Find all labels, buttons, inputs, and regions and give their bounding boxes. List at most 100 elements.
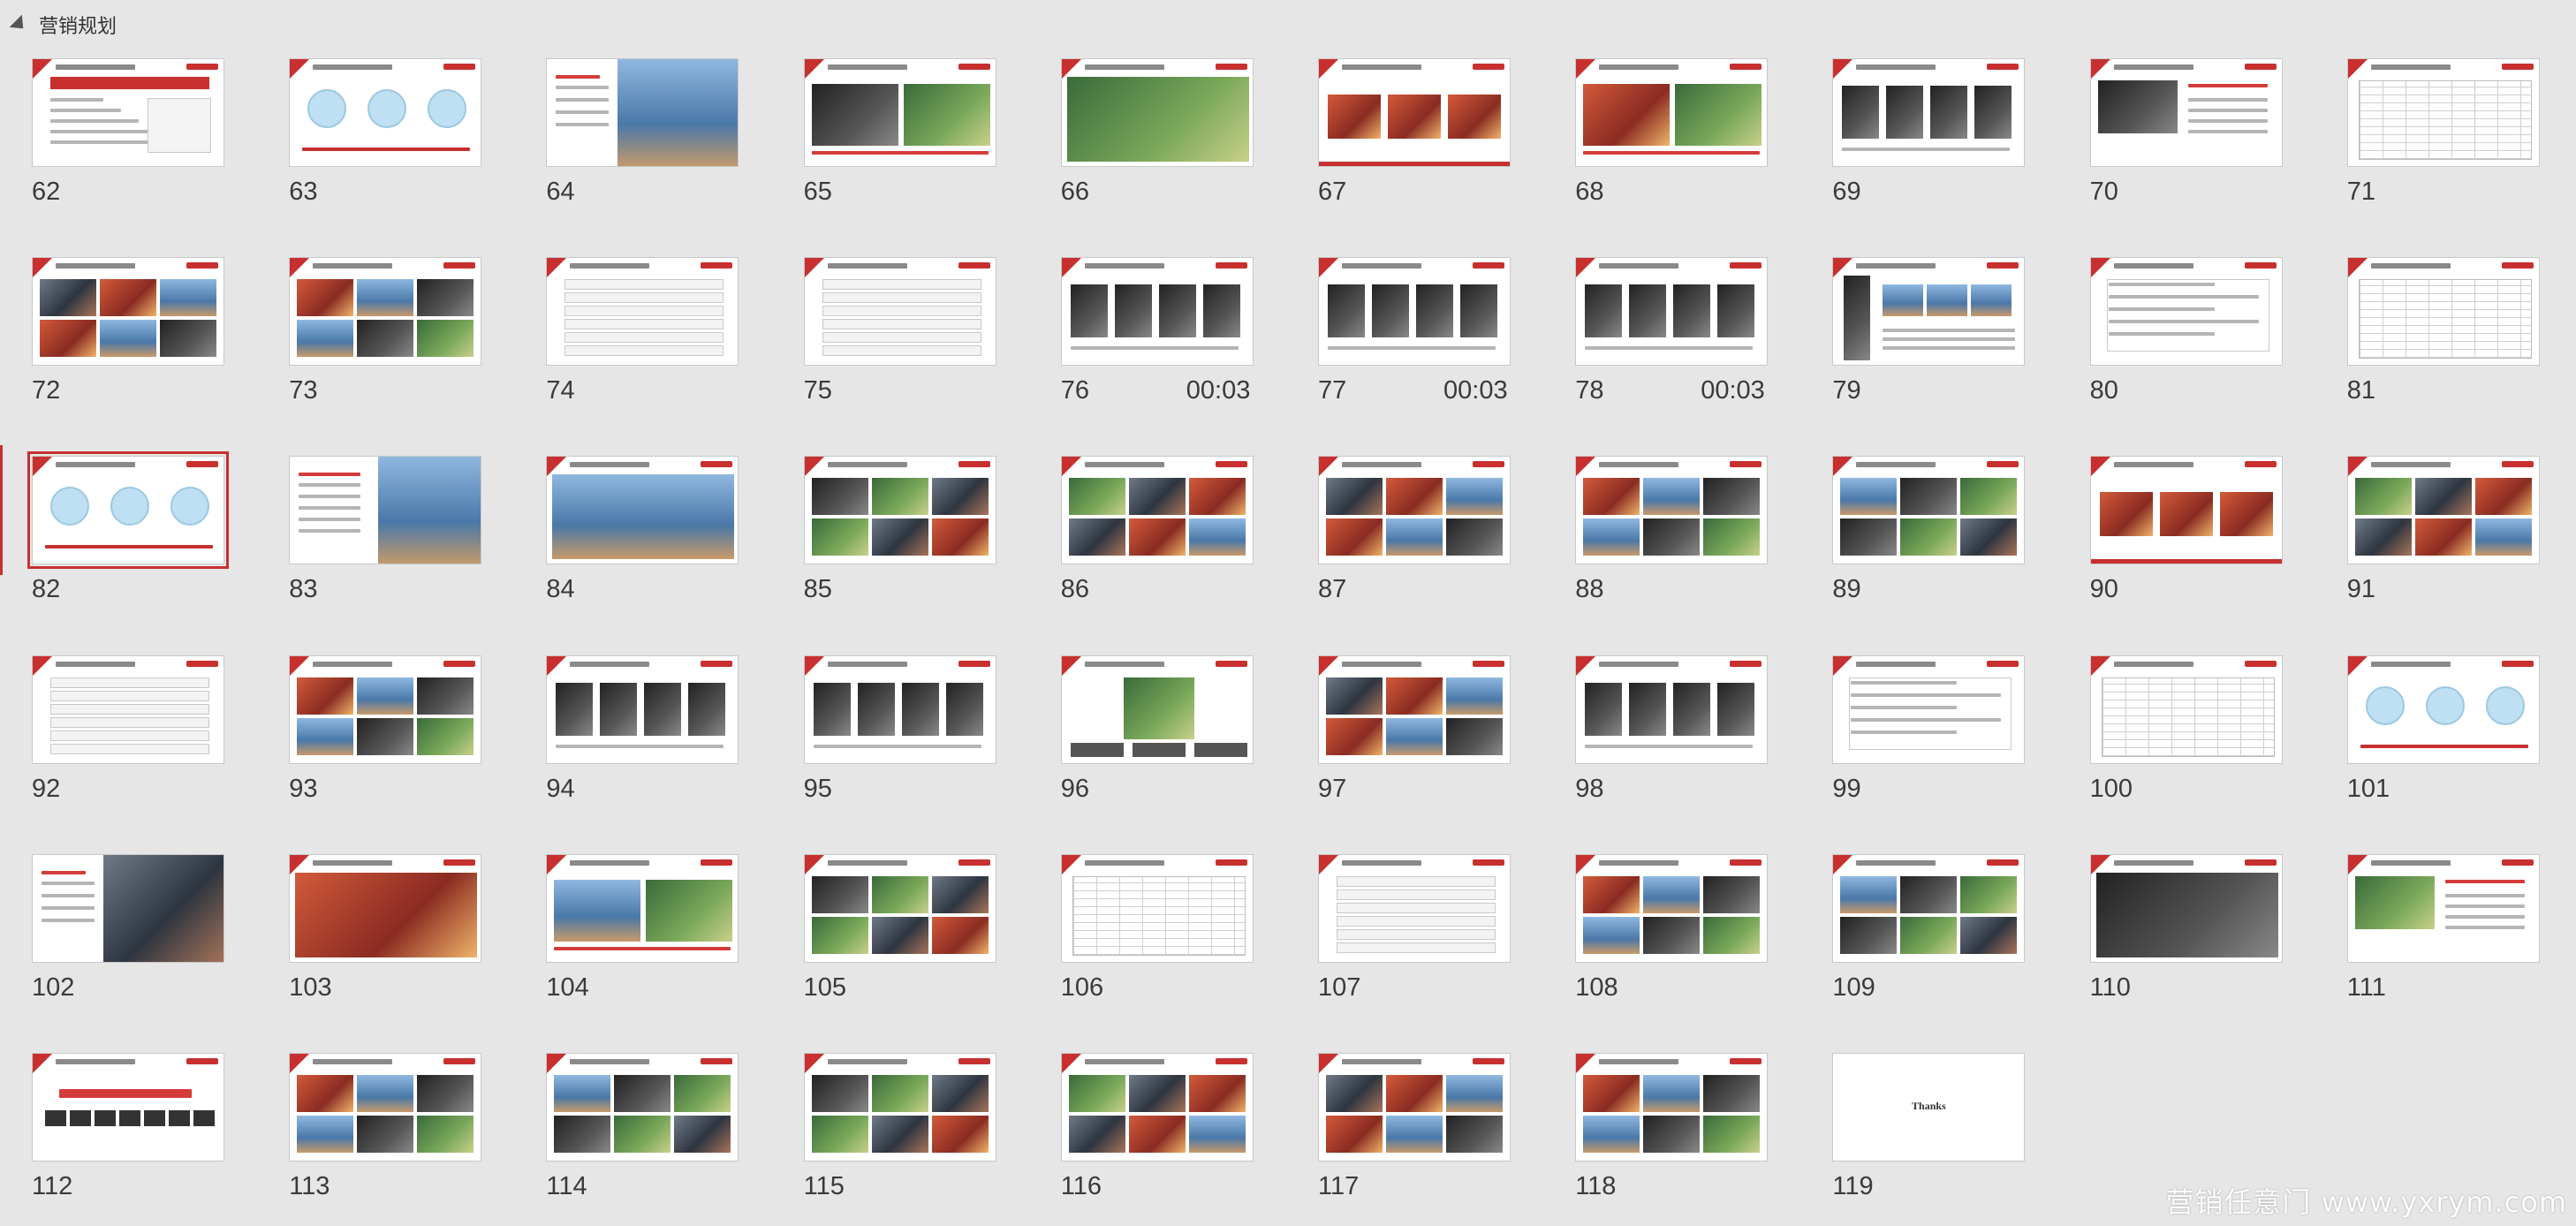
- slide-thumbnail[interactable]: [803, 456, 996, 565]
- slide-thumbnail[interactable]: Thanks: [1832, 1053, 2026, 1162]
- slide-thumbnail[interactable]: [1318, 1053, 1511, 1162]
- slide-thumbnail[interactable]: [1318, 853, 1511, 963]
- slide-thumbnail[interactable]: [1832, 456, 2026, 565]
- slide-thumbnail[interactable]: [2346, 655, 2540, 764]
- slide-thumbnail[interactable]: [2089, 655, 2283, 764]
- photo: [2474, 518, 2532, 556]
- photo: [1128, 478, 1186, 516]
- photo: [871, 478, 928, 516]
- section-header[interactable]: 营销规划: [0, 0, 2576, 49]
- slide-number: 111: [2346, 972, 2386, 1002]
- slide-thumbnail[interactable]: [2089, 853, 2283, 963]
- slide-thumbnail[interactable]: [1832, 58, 2026, 167]
- slide-thumbnail[interactable]: [2346, 58, 2540, 167]
- slide-thumbnail[interactable]: [32, 655, 224, 764]
- slide-thumbnail[interactable]: [803, 58, 996, 167]
- slide-thumbnail[interactable]: [32, 58, 224, 167]
- slide-thumbnail[interactable]: [1832, 655, 2026, 764]
- slide-thumbnail[interactable]: [1060, 58, 1254, 167]
- slide-thumbnail[interactable]: [1575, 456, 1769, 565]
- slide-thumbnail[interactable]: [289, 58, 482, 167]
- slide-number: 63: [289, 178, 318, 206]
- slide-corner-accent: [33, 457, 52, 477]
- slide-thumbnail[interactable]: [2089, 58, 2283, 167]
- brand-logo: [2244, 461, 2277, 468]
- slide-thumbnail[interactable]: [1575, 58, 1769, 167]
- slide-thumbnail[interactable]: [1060, 257, 1254, 367]
- photo: [1840, 478, 1898, 516]
- slide-thumbnail[interactable]: [2089, 257, 2283, 367]
- collapse-triangle-icon[interactable]: [9, 14, 30, 35]
- slide-thumbnail[interactable]: [1060, 456, 1254, 565]
- title-line: [556, 75, 601, 79]
- slide-thumbnail[interactable]: [1318, 58, 1511, 167]
- slide-corner-accent: [804, 1054, 824, 1073]
- slide-thumbnail[interactable]: [1060, 1053, 1254, 1162]
- brand-logo: [1730, 461, 1762, 468]
- slide-thumbnail[interactable]: [289, 655, 482, 764]
- slide-thumbnail[interactable]: [1575, 1053, 1769, 1162]
- slide-thumbnail[interactable]: [1832, 853, 2026, 963]
- slide-thumbnail[interactable]: [1575, 853, 1769, 963]
- slide-thumbnail[interactable]: [1575, 655, 1769, 764]
- slide-thumbnail[interactable]: [1318, 456, 1511, 565]
- list-box: [1337, 928, 1496, 940]
- slide-thumbnail[interactable]: [27, 451, 229, 570]
- slide-thumbnail[interactable]: [546, 1053, 739, 1162]
- list-box: [1337, 889, 1496, 900]
- slide-number: 69: [1832, 178, 1861, 206]
- slide-number: 85: [803, 575, 832, 604]
- slide-number: 67: [1318, 178, 1347, 206]
- slide-thumbnail[interactable]: [2346, 257, 2540, 367]
- arrow-bar: [302, 148, 471, 151]
- slide-thumbnail[interactable]: [289, 853, 482, 963]
- slide-thumbnail[interactable]: [546, 58, 739, 167]
- slide-number: 97: [1318, 774, 1347, 803]
- slide-thumbnail[interactable]: [289, 456, 482, 565]
- photo: [2097, 80, 2178, 133]
- photo: [417, 1116, 474, 1153]
- slide-number: 95: [803, 774, 832, 803]
- slide-thumbnail[interactable]: [803, 257, 996, 367]
- slide-thumbnail[interactable]: [2346, 853, 2540, 963]
- text-line: [1328, 346, 1496, 351]
- title-line: [2187, 84, 2268, 87]
- slide-thumbnail[interactable]: [2089, 456, 2283, 565]
- slide-thumbnail[interactable]: [546, 655, 739, 764]
- screen-thumb: [1372, 284, 1409, 338]
- slide-thumbnail[interactable]: [32, 257, 224, 367]
- slide-thumbnail[interactable]: [32, 853, 224, 963]
- slide-thumbnail[interactable]: [289, 257, 482, 367]
- photo: [1386, 1116, 1443, 1153]
- title-line: [42, 870, 86, 874]
- slide-thumbnail[interactable]: [289, 1053, 482, 1162]
- screen-thumb: [1158, 284, 1196, 338]
- text-line: [42, 905, 95, 910]
- slide-thumbnail[interactable]: [1060, 655, 1254, 764]
- slide-thumbnail[interactable]: [546, 257, 739, 367]
- slide-thumbnail[interactable]: [1060, 853, 1254, 963]
- photo: [40, 279, 96, 317]
- slide-thumbnail[interactable]: [1575, 257, 1769, 367]
- photo: [1326, 1075, 1383, 1112]
- photo: [1703, 518, 1761, 556]
- slide-thumbnail[interactable]: [2346, 456, 2540, 565]
- slide-corner-accent: [1833, 854, 1853, 874]
- slide-number: 110: [2089, 972, 2131, 1002]
- slide-heading: [1342, 263, 1421, 269]
- slide-number: 73: [289, 376, 318, 405]
- slide-thumbnail[interactable]: [803, 853, 996, 963]
- slide-thumbnail[interactable]: [803, 1053, 996, 1162]
- slide-thumbnail[interactable]: [546, 456, 739, 565]
- slide-thumbnail[interactable]: [1832, 257, 2026, 367]
- brand-logo: [701, 461, 733, 468]
- photo: [1068, 1075, 1125, 1112]
- list-box: [50, 716, 209, 728]
- slide-thumbnail[interactable]: [546, 853, 739, 963]
- slide-number: 79: [1832, 376, 1861, 405]
- slide-thumbnail[interactable]: [32, 1053, 224, 1162]
- slide-thumbnail[interactable]: [1318, 655, 1511, 764]
- slide-thumbnail[interactable]: [1318, 257, 1511, 367]
- slide-thumbnail[interactable]: [803, 655, 996, 764]
- slide-corner-accent: [2090, 655, 2110, 676]
